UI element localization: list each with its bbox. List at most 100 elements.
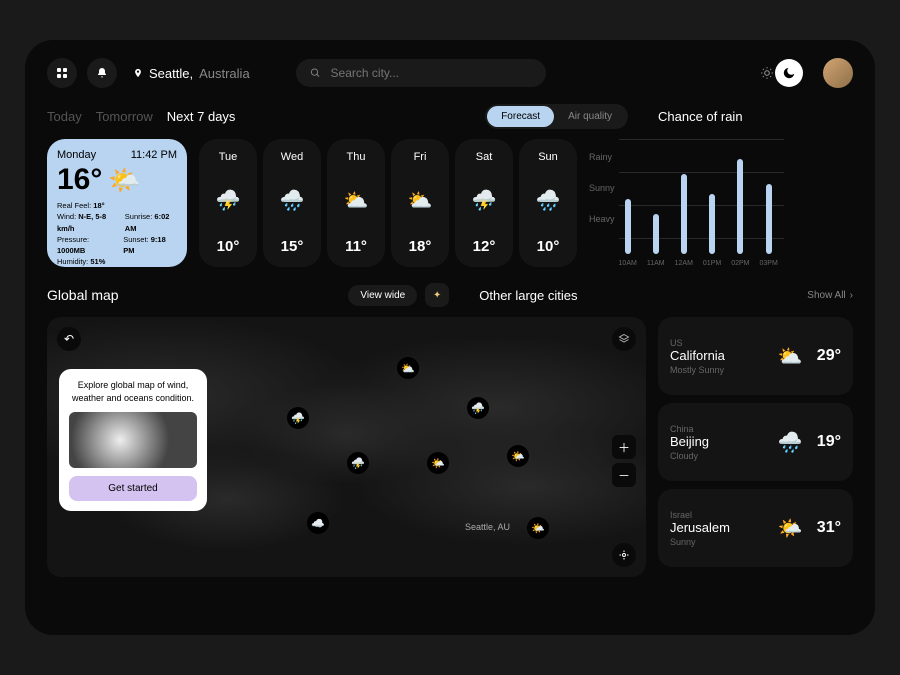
day-card[interactable]: Tue ⛈️ 10° — [199, 139, 257, 267]
day-temp: 11° — [345, 238, 367, 255]
day-temp: 18° — [409, 238, 432, 255]
day-card[interactable]: Wed 🌧️ 15° — [263, 139, 321, 267]
city-country: China — [670, 424, 770, 434]
chart-bar — [653, 214, 659, 254]
map-pin[interactable]: ⛈️ — [287, 407, 309, 429]
bell-icon — [96, 67, 108, 79]
pill-forecast[interactable]: Forecast — [487, 106, 554, 127]
day-card[interactable]: Fri ⛅ 18° — [391, 139, 449, 267]
city-card[interactable]: US California Mostly Sunny ⛅ 29° — [658, 317, 853, 395]
theme-toggle[interactable] — [753, 59, 803, 87]
tabs-row: Today Tomorrow Next 7 days Forecast Air … — [47, 104, 853, 129]
day-card[interactable]: Sun 🌧️ 10° — [519, 139, 577, 267]
chart-x-label: 03PM — [760, 260, 778, 267]
map-zoom-out[interactable]: － — [612, 463, 636, 487]
rain-chart: RainySunnyHeavy 10AM 11AM 12AM 01PM 02PM… — [589, 139, 784, 267]
view-pills: Forecast Air quality — [485, 104, 628, 129]
chart-x-label: 12AM — [675, 260, 693, 267]
day-card[interactable]: Sat ⛈️ 12° — [455, 139, 513, 267]
weather-icon: 🌧️ — [536, 188, 561, 213]
city-temp: 29° — [817, 347, 841, 365]
map-pin[interactable]: 🌤️ — [527, 517, 549, 539]
map-locate-button[interactable] — [612, 543, 636, 567]
promo-image — [69, 412, 197, 468]
city-country: US — [670, 338, 770, 348]
weather-icon: 🌧️ — [778, 430, 803, 455]
header: Seattle, Australia — [47, 58, 853, 88]
day-temp: 10° — [217, 238, 240, 255]
map-pin[interactable]: ⛈️ — [347, 452, 369, 474]
city-country: Israel — [670, 510, 770, 520]
map-pin[interactable]: 🌤️ — [507, 445, 529, 467]
sun-cloud-icon: 🌤️ — [108, 165, 140, 196]
show-all-button[interactable]: Show All › — [807, 290, 853, 301]
chart-x-label: 11AM — [647, 260, 665, 267]
search-input[interactable] — [331, 66, 532, 80]
notifications-button[interactable] — [87, 58, 117, 88]
pill-airquality[interactable]: Air quality — [554, 106, 626, 127]
map-pin[interactable]: ⛈️ — [467, 397, 489, 419]
map-back-button[interactable]: ↶ — [57, 327, 81, 351]
location-display[interactable]: Seattle, Australia — [133, 66, 250, 81]
view-wide-button[interactable]: View wide — [348, 285, 417, 306]
chart-x-label: 01PM — [703, 260, 721, 267]
location-city: Seattle, — [149, 66, 193, 81]
map-zoom-in[interactable]: ＋ — [612, 435, 636, 459]
city-card[interactable]: China Beijing Cloudy 🌧️ 19° — [658, 403, 853, 481]
map-pin[interactable]: 🌤️ — [427, 452, 449, 474]
day-label: Tue — [219, 151, 238, 163]
theme-dark[interactable] — [775, 59, 803, 87]
today-card[interactable]: Monday 11:42 PM 16° 🌤️ Real Feel: 18° Wi… — [47, 139, 187, 267]
sparkle-button[interactable]: ✦ — [425, 283, 449, 307]
map-layers-button[interactable] — [612, 327, 636, 351]
city-name: Jerusalem — [670, 520, 770, 535]
range-tabs: Today Tomorrow Next 7 days — [47, 109, 235, 124]
weather-icon: ⛈️ — [216, 188, 241, 213]
today-day: Monday — [57, 149, 96, 161]
forecast-days: Tue ⛈️ 10° Wed 🌧️ 15° Thu ⛅ 11° Fri ⛅ 18… — [199, 139, 577, 267]
weather-icon: 🌧️ — [280, 188, 305, 213]
map-pin[interactable]: ☁️ — [307, 512, 329, 534]
chart-bar — [625, 199, 631, 254]
cities-column: US California Mostly Sunny ⛅ 29° China B… — [658, 317, 853, 577]
tab-tomorrow[interactable]: Tomorrow — [96, 109, 153, 124]
city-condition: Sunny — [670, 537, 770, 547]
day-temp: 15° — [281, 238, 304, 255]
apps-button[interactable] — [47, 58, 77, 88]
chart-bar — [681, 174, 687, 254]
rain-chart-title: Chance of rain — [658, 109, 853, 124]
promo-card: Explore global map of wind, weather and … — [59, 369, 207, 511]
chart-x-label: 02PM — [731, 260, 749, 267]
city-temp: 19° — [817, 433, 841, 451]
search-bar[interactable] — [296, 59, 546, 87]
location-country: Australia — [199, 66, 250, 81]
global-map[interactable]: ↶ ＋ － ⛈️ ⛅ ⛈️ ⛈️ 🌤️ ☁️ 🌤️ 🌤️ Seattle, AU… — [47, 317, 646, 577]
city-card[interactable]: Israel Jerusalem Sunny 🌤️ 31° — [658, 489, 853, 567]
grid-icon — [56, 67, 68, 79]
user-avatar[interactable] — [823, 58, 853, 88]
weather-icon: 🌤️ — [778, 516, 803, 541]
day-label: Thu — [347, 151, 366, 163]
map-title: Global map — [47, 287, 119, 303]
get-started-button[interactable]: Get started — [69, 476, 197, 501]
weather-icon: ⛅ — [344, 188, 369, 213]
layers-icon — [618, 333, 630, 345]
day-card[interactable]: Thu ⛅ 11° — [327, 139, 385, 267]
day-temp: 10° — [537, 238, 560, 255]
tab-next7[interactable]: Next 7 days — [167, 109, 236, 124]
tab-today[interactable]: Today — [47, 109, 82, 124]
map-pin[interactable]: ⛅ — [397, 357, 419, 379]
day-label: Wed — [281, 151, 303, 163]
moon-icon — [782, 66, 796, 80]
weather-icon: ⛅ — [408, 188, 433, 213]
chart-y-label: Heavy — [589, 214, 615, 224]
chevron-right-icon: › — [850, 290, 853, 301]
city-name: Beijing — [670, 434, 770, 449]
sun-icon — [760, 66, 774, 80]
cities-title: Other large cities — [479, 288, 577, 303]
today-temp: 16° — [57, 163, 102, 197]
city-condition: Mostly Sunny — [670, 365, 770, 375]
day-temp: 12° — [473, 238, 496, 255]
day-label: Fri — [414, 151, 427, 163]
chart-y-label: Rainy — [589, 152, 615, 162]
